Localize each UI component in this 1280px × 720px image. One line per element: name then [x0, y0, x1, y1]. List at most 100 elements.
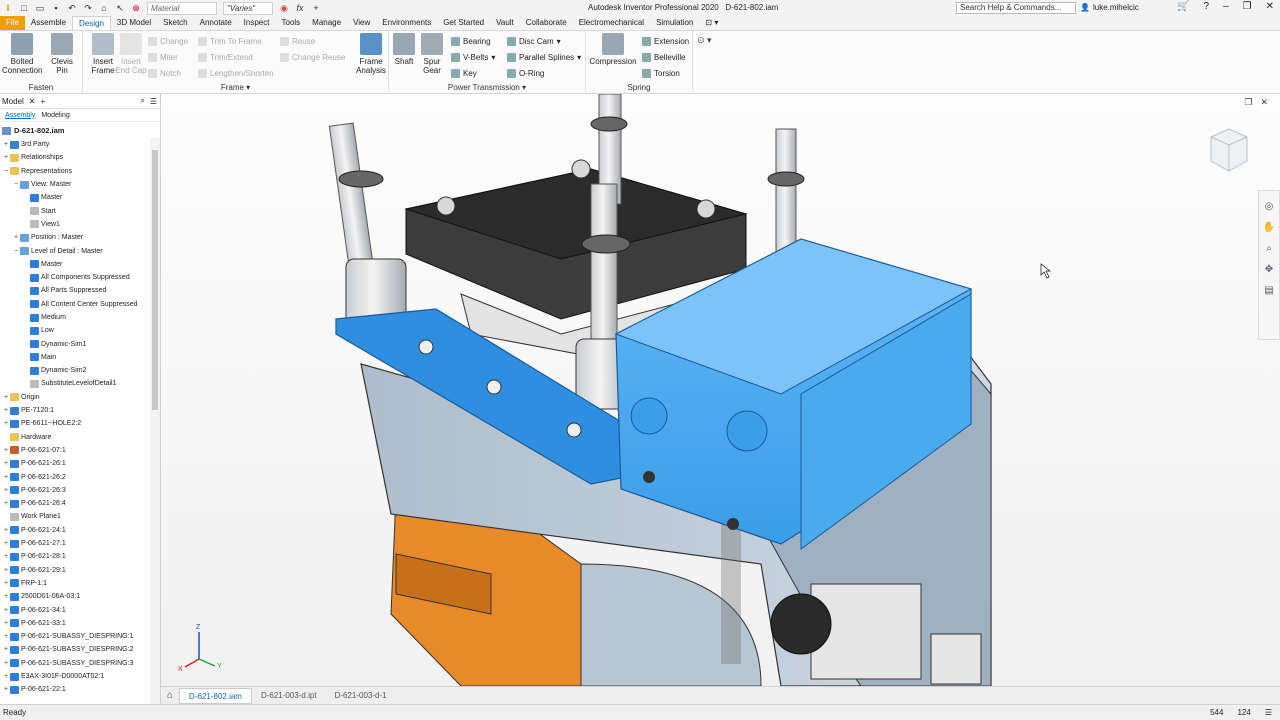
tree-node[interactable]: Hardware: [0, 431, 150, 444]
bearing-button[interactable]: Bearing: [451, 35, 491, 47]
panel-title-power-transmission[interactable]: Power Transmission ▾: [389, 83, 585, 92]
select-icon[interactable]: ↖: [114, 2, 126, 14]
expand-icon[interactable]: +: [2, 593, 10, 600]
panel-options-icon[interactable]: ⊙ ▾: [697, 35, 712, 46]
minimize-icon[interactable]: –: [1223, 1, 1229, 12]
trim-to-frame-button[interactable]: Trim To Frame: [198, 35, 262, 47]
bolted-connection-button[interactable]: Bolted Connection: [2, 33, 42, 75]
change-reuse-button[interactable]: Change Reuse: [280, 51, 345, 63]
modeling-subtab[interactable]: Modeling: [41, 112, 69, 119]
miter-button[interactable]: Miter: [148, 51, 178, 63]
document-tab[interactable]: D-621-003-d-1: [326, 691, 396, 700]
tab-environments[interactable]: Environments: [376, 16, 437, 30]
help-icon[interactable]: ?: [1204, 1, 1210, 12]
tab-vault[interactable]: Vault: [490, 16, 520, 30]
tree-node[interactable]: Dynamic-Sim2: [0, 364, 150, 377]
browser-search-icon[interactable]: ⌕: [140, 96, 144, 106]
expand-icon[interactable]: +: [2, 460, 10, 467]
browser-scrollbar[interactable]: [150, 138, 160, 706]
look-at-icon[interactable]: ▤: [1264, 285, 1273, 296]
key-button[interactable]: Key: [451, 67, 477, 79]
document-tab[interactable]: D-621-003-d.ipt: [252, 691, 326, 700]
expand-icon[interactable]: +: [2, 673, 10, 680]
tree-node[interactable]: + P-06-621-26:4: [0, 497, 150, 510]
undo-icon[interactable]: ↶: [66, 2, 78, 14]
tab-get-started[interactable]: Get Started: [437, 16, 490, 30]
new-file-icon[interactable]: □: [18, 2, 30, 14]
tree-node[interactable]: Work Plane1: [0, 510, 150, 523]
tab-assemble[interactable]: Assemble: [25, 16, 72, 30]
expand-icon[interactable]: +: [2, 567, 10, 574]
home-icon[interactable]: ⌂: [98, 2, 110, 14]
tab-tools[interactable]: Tools: [275, 16, 306, 30]
tree-node[interactable]: − Representations: [0, 165, 150, 178]
tree-node[interactable]: Dynamic-Sim1: [0, 337, 150, 350]
tree-node[interactable]: + P-06-621-34:1: [0, 603, 150, 616]
expand-icon[interactable]: +: [2, 394, 10, 401]
expand-icon[interactable]: +: [2, 607, 10, 614]
close-viewport-icon[interactable]: ✕: [1260, 97, 1268, 108]
tab-simulation[interactable]: Simulation: [650, 16, 699, 30]
tab-options-icon[interactable]: ⊡ ▾: [699, 16, 724, 30]
tree-node[interactable]: + P-06-621-27:1: [0, 537, 150, 550]
expand-icon[interactable]: +: [2, 527, 10, 534]
tree-node[interactable]: All Content Center Suppressed: [0, 298, 150, 311]
maximize-viewport-icon[interactable]: ❐: [1244, 97, 1252, 108]
home-tab-icon[interactable]: ⌂: [161, 690, 179, 701]
tree-node[interactable]: + PE-6611--HOLE2:2: [0, 417, 150, 430]
expand-icon[interactable]: +: [12, 234, 20, 241]
inventor-logo-icon[interactable]: I: [2, 2, 14, 14]
steering-wheel-icon[interactable]: ◎: [1265, 201, 1274, 212]
tree-node[interactable]: + P-06-621-29:1: [0, 564, 150, 577]
material-icon[interactable]: ⊗: [130, 2, 142, 14]
close-icon[interactable]: ✕: [1266, 1, 1274, 12]
expand-icon[interactable]: +: [2, 487, 10, 494]
tree-node[interactable]: Low: [0, 324, 150, 337]
disc-cam-button[interactable]: Disc Cam ▾: [507, 35, 561, 47]
tab-view[interactable]: View: [347, 16, 376, 30]
tree-node[interactable]: + P-06-621-26:2: [0, 470, 150, 483]
clevis-pin-button[interactable]: Clevis Pin: [42, 33, 82, 75]
tab-sketch[interactable]: Sketch: [157, 16, 193, 30]
tab-electromechanical[interactable]: Electromechanical: [573, 16, 650, 30]
tree-node[interactable]: SubstituteLevelofDetail1: [0, 377, 150, 390]
expand-icon[interactable]: +: [2, 540, 10, 547]
tree-node[interactable]: + P-06-621-SUBASSY_DIESPRING:1: [0, 630, 150, 643]
tree-node[interactable]: + FRP-1:1: [0, 577, 150, 590]
browser-add-icon[interactable]: +: [41, 97, 46, 106]
search-help-input[interactable]: Search Help & Commands...: [956, 2, 1076, 14]
redo-icon[interactable]: ↷: [82, 2, 94, 14]
extension-spring-button[interactable]: Extension: [642, 35, 689, 47]
torsion-spring-button[interactable]: Torsion: [642, 67, 680, 79]
parallel-splines-button[interactable]: Parallel Splines ▾: [507, 51, 581, 63]
notch-button[interactable]: Notch: [148, 67, 181, 79]
browser-root[interactable]: D-621-802.iam: [2, 124, 64, 137]
view-cube[interactable]: [1210, 128, 1248, 172]
expand-icon[interactable]: +: [2, 686, 10, 693]
color-wheel-icon[interactable]: ◉: [278, 2, 290, 14]
browser-close-icon[interactable]: ✕: [29, 97, 36, 106]
trim-extend-button[interactable]: Trim/Extend: [198, 51, 253, 63]
graphics-viewport[interactable]: Z X Y ❐ ✕: [161, 94, 1280, 686]
tab-inspect[interactable]: Inspect: [238, 16, 276, 30]
collapse-icon[interactable]: −: [12, 248, 20, 255]
change-button[interactable]: Change: [148, 35, 188, 47]
expand-icon[interactable]: +: [2, 407, 10, 414]
orbit-icon[interactable]: ✥: [1265, 264, 1273, 275]
tree-node[interactable]: +2500D01-06A-03:1: [0, 590, 150, 603]
document-tab[interactable]: D-621-802.iam: [179, 687, 252, 704]
assembly-3d-view[interactable]: Z X Y: [161, 94, 1280, 686]
expand-icon[interactable]: +: [2, 474, 10, 481]
tree-node[interactable]: + PE-7120:1: [0, 404, 150, 417]
fx-icon[interactable]: fx: [294, 2, 306, 14]
tab-file[interactable]: File: [0, 16, 25, 30]
expand-icon[interactable]: +: [2, 660, 10, 667]
tree-node[interactable]: View1: [0, 218, 150, 231]
tree-node[interactable]: Main: [0, 351, 150, 364]
belleville-spring-button[interactable]: Belleville: [642, 51, 686, 63]
expand-icon[interactable]: +: [2, 646, 10, 653]
collapse-icon[interactable]: −: [2, 168, 10, 175]
expand-icon[interactable]: +: [2, 500, 10, 507]
tab-3d-model[interactable]: 3D Model: [111, 16, 157, 30]
expand-icon[interactable]: +: [2, 620, 10, 627]
